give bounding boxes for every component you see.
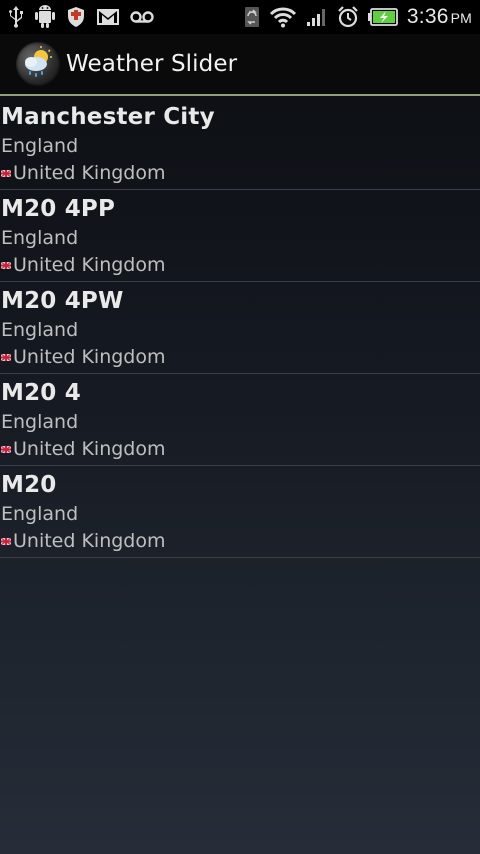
location-region: England [1, 503, 79, 525]
location-name: M20 4PW [1, 288, 124, 314]
location-region: England [1, 411, 79, 433]
shield-icon [68, 7, 84, 27]
location-country: United Kingdom [13, 346, 166, 368]
battery-charging-icon [367, 8, 398, 26]
sync-icon [244, 7, 259, 27]
location-name: M20 [1, 472, 57, 498]
list-item[interactable]: M20 4 England United Kingdom [0, 374, 480, 466]
alarm-icon [338, 6, 358, 28]
uk-flag-icon [1, 261, 11, 269]
gmail-icon [97, 9, 119, 25]
list-item[interactable]: Manchester City England United Kingdom [0, 98, 480, 190]
location-name: Manchester City [1, 104, 215, 130]
uk-flag-icon [1, 353, 11, 361]
location-country: United Kingdom [13, 254, 166, 276]
list-item[interactable]: M20 England United Kingdom [0, 466, 480, 558]
usb-icon [9, 6, 23, 28]
uk-flag-icon [1, 169, 11, 177]
wifi-icon [269, 7, 296, 28]
uk-flag-icon [1, 445, 11, 453]
location-country: United Kingdom [13, 438, 166, 460]
app-title: Weather Slider [66, 51, 238, 77]
list-item[interactable]: M20 4PP England United Kingdom [0, 190, 480, 282]
location-country: United Kingdom [13, 162, 166, 184]
uk-flag-icon [1, 537, 11, 545]
location-region: England [1, 227, 79, 249]
location-name: M20 4PP [1, 196, 116, 222]
clock: 3:36 PM [406, 5, 472, 28]
location-region: England [1, 319, 79, 341]
voicemail-icon [130, 11, 154, 23]
signal-icon [306, 9, 325, 26]
screen: 3:36 PM Weather Slider Manchester City E… [0, 0, 480, 854]
weather-app-icon[interactable] [16, 42, 60, 86]
system-icons: 3:36 PM [244, 5, 472, 29]
status-bar: 3:36 PM [0, 0, 480, 34]
android-debug-icon [35, 5, 55, 28]
location-name: M20 4 [1, 380, 81, 406]
action-bar: Weather Slider [0, 34, 480, 96]
location-region: England [1, 135, 79, 157]
notification-icons [8, 5, 154, 29]
list-item[interactable]: M20 4PW England United Kingdom [0, 282, 480, 374]
location-country: United Kingdom [13, 530, 166, 552]
location-list: Manchester City England United Kingdom M… [0, 98, 480, 558]
